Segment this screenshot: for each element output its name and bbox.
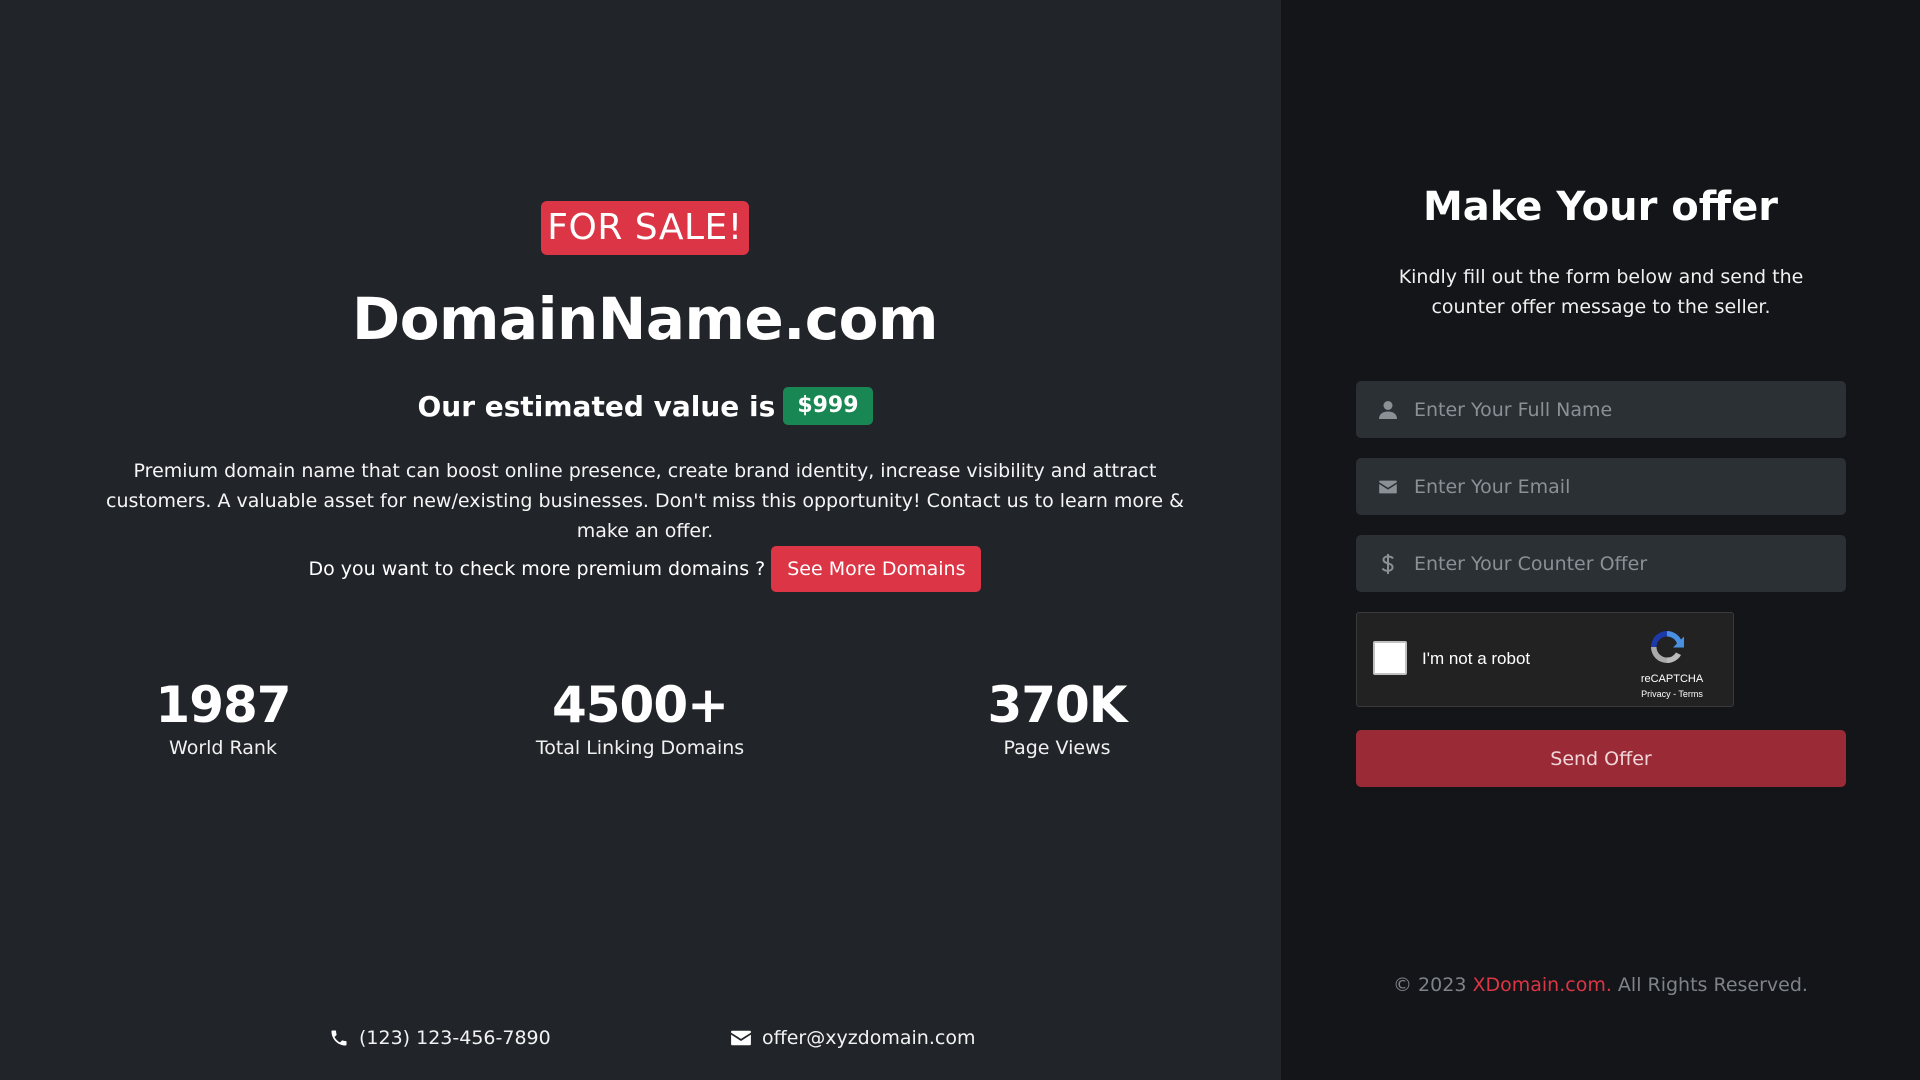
offer-panel: Make Your offer Kindly fill out the form… xyxy=(1281,0,1920,1080)
estimated-value-label: Our estimated value is xyxy=(417,389,776,423)
counter-offer-input[interactable] xyxy=(1414,552,1834,575)
recaptcha-privacy-terms[interactable]: Privacy - Terms xyxy=(1632,689,1712,699)
footer-copyright: © 2023 xyxy=(1393,974,1467,996)
price-badge: $999 xyxy=(783,387,873,425)
email-field[interactable] xyxy=(1356,458,1846,515)
domain-title: DomainName.com xyxy=(352,285,938,353)
full-name-input[interactable] xyxy=(1414,398,1834,421)
stat-page-views: 370K Page Views xyxy=(897,675,1217,759)
for-sale-badge: FOR SALE! xyxy=(541,201,749,255)
stat-label: Page Views xyxy=(1003,737,1111,759)
recaptcha-logo-icon xyxy=(1651,631,1684,664)
contact-phone[interactable]: (123) 123-456-7890 xyxy=(329,1027,551,1049)
stat-world-rank: 1987 World Rank xyxy=(63,675,383,759)
recaptcha-label: I'm not a robot xyxy=(1422,649,1531,668)
stat-value: 4500+ xyxy=(551,676,729,734)
envelope-icon xyxy=(1378,479,1398,495)
see-more-domains-button[interactable]: See More Domains xyxy=(771,546,982,592)
more-domains-question: Do you want to check more premium domain… xyxy=(308,558,766,580)
domain-description: Premium domain name that can boost onlin… xyxy=(106,460,1184,542)
contact-email[interactable]: offer@xyzdomain.com xyxy=(730,1027,975,1049)
contact-phone-text: (123) 123-456-7890 xyxy=(359,1027,551,1049)
recaptcha-brand: reCAPTCHA xyxy=(1640,673,1704,685)
full-name-field[interactable] xyxy=(1356,381,1846,438)
estimated-value: Our estimated value is $999 xyxy=(0,387,1290,425)
offer-subtitle: Kindly fill out the form below and send … xyxy=(1398,266,1804,318)
recaptcha-checkbox[interactable] xyxy=(1373,641,1407,675)
counter-offer-field[interactable] xyxy=(1356,535,1846,592)
contact-email-text: offer@xyzdomain.com xyxy=(762,1027,976,1049)
footer-rights: All Rights Reserved. xyxy=(1617,974,1808,996)
send-offer-button[interactable]: Send Offer xyxy=(1356,730,1846,787)
stat-value: 1987 xyxy=(155,676,291,734)
envelope-icon xyxy=(731,1030,751,1046)
offer-title: Make Your offer xyxy=(1422,184,1779,230)
stat-value: 370K xyxy=(987,676,1127,734)
stat-linking-domains: 4500+ Total Linking Domains xyxy=(480,675,800,759)
dollar-icon xyxy=(1378,553,1398,575)
recaptcha-widget: I'm not a robot reCAPTCHA Privacy - Term… xyxy=(1356,612,1734,707)
footer: © 2023 XDomain.com. All Rights Reserved. xyxy=(1281,974,1920,996)
stat-label: World Rank xyxy=(169,737,277,759)
footer-brand-link[interactable]: XDomain.com. xyxy=(1472,974,1611,996)
stat-label: Total Linking Domains xyxy=(535,737,745,759)
phone-icon xyxy=(331,1030,347,1046)
sale-panel: FOR SALE! DomainName.com Our estimated v… xyxy=(0,0,1281,1080)
more-domains-row: Do you want to check more premium domain… xyxy=(0,546,1290,592)
user-icon xyxy=(1378,400,1398,420)
email-input[interactable] xyxy=(1414,475,1834,498)
